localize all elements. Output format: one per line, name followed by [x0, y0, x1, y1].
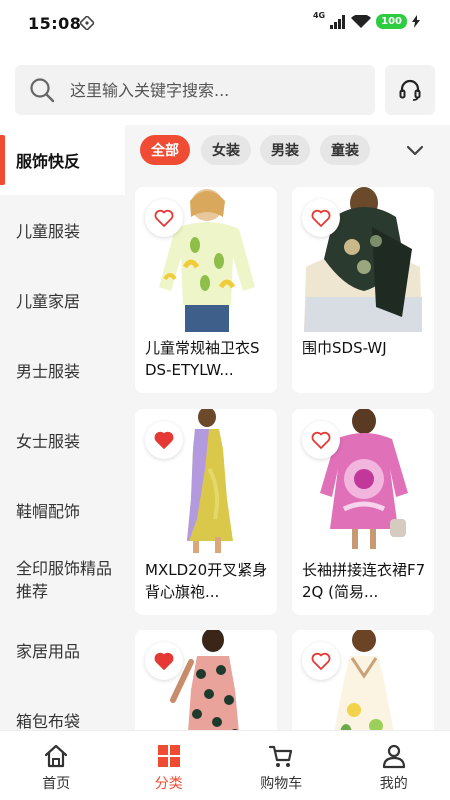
customer-service-button[interactable] [385, 65, 435, 115]
category-sidebar: 服饰快反 儿童服装 儿童家居 男士服装 女士服装 鞋帽配饰 全印服饰精品推荐 家… [0, 125, 125, 730]
home-icon [45, 744, 68, 768]
location-icon [80, 16, 94, 30]
sidebar-item-bags[interactable]: 箱包布袋 [0, 685, 125, 730]
chip-label: 全部 [151, 143, 179, 159]
product-title: 长袖拼接连衣裙F72Q (简易... [302, 561, 426, 601]
headset-icon [399, 79, 421, 101]
heart-outline-icon [311, 652, 331, 670]
sidebar-item-label: 服饰快反 [16, 152, 81, 171]
sidebar-item-label: 箱包布袋 [16, 712, 81, 730]
network-label: 4G [312, 11, 326, 20]
favorite-button[interactable] [145, 421, 183, 459]
product-card[interactable]: MXLD20开叉紧身背心旗袍... [135, 409, 277, 615]
tab-label: 我的 [379, 776, 408, 792]
battery-indicator: 100 [376, 14, 407, 29]
favorite-button[interactable] [145, 199, 183, 237]
status-time: 15:08 [28, 14, 82, 33]
favorite-button[interactable] [302, 642, 340, 680]
sidebar-item-home-goods[interactable]: 家居用品 [0, 615, 125, 685]
wifi-icon [351, 14, 372, 28]
bottom-tab-bar: 首页 分类 购物车 我的 [0, 730, 450, 800]
search-row [0, 50, 450, 125]
cart-icon [269, 745, 293, 767]
status-bar: 15:08 4G 100 [0, 0, 450, 50]
search-box[interactable] [15, 65, 375, 115]
sidebar-item-label: 全印服饰精品推荐 [16, 559, 113, 601]
sidebar-item-shoes-accessories[interactable]: 鞋帽配饰 [0, 475, 125, 545]
tab-category[interactable]: 分类 [113, 731, 226, 800]
product-card[interactable] [135, 630, 277, 730]
chip-label: 女装 [212, 143, 240, 159]
tab-cart[interactable]: 购物车 [225, 731, 338, 800]
sidebar-item-womens-clothing[interactable]: 女士服装 [0, 405, 125, 475]
heart-filled-icon [154, 431, 174, 449]
sidebar-item-label: 男士服装 [16, 362, 81, 381]
product-card[interactable]: 长袖拼接连衣裙F72Q (简易... [292, 409, 434, 615]
filter-row: 全部 女装 男装 童装 [125, 125, 450, 175]
sidebar-item-kids-home[interactable]: 儿童家居 [0, 265, 125, 335]
chip-label: 童装 [331, 143, 359, 159]
sidebar-item-label: 儿童服装 [16, 222, 81, 241]
chip-all[interactable]: 全部 [140, 135, 190, 165]
favorite-button[interactable] [302, 421, 340, 459]
chip-women[interactable]: 女装 [201, 135, 251, 165]
chevron-down-icon[interactable] [403, 138, 427, 162]
chip-label: 男装 [271, 143, 299, 159]
favorite-button[interactable] [302, 199, 340, 237]
heart-outline-icon [311, 431, 331, 449]
sidebar-item-apparel-fast[interactable]: 服饰快反 [0, 125, 125, 195]
product-title: 儿童常规袖卫衣SDS-ETYLW... [145, 339, 260, 379]
product-title: MXLD20开叉紧身背心旗袍... [145, 561, 268, 601]
heart-filled-icon [154, 652, 174, 670]
tab-home[interactable]: 首页 [0, 731, 113, 800]
search-input[interactable] [70, 65, 365, 115]
sidebar-item-label: 女士服装 [16, 432, 81, 451]
product-card[interactable]: 儿童常规袖卫衣SDS-ETYLW... [135, 187, 277, 393]
sidebar-item-mens-clothing[interactable]: 男士服装 [0, 335, 125, 405]
heart-outline-icon [311, 209, 331, 227]
sidebar-item-label: 儿童家居 [16, 292, 81, 311]
tab-label: 首页 [42, 776, 71, 792]
product-card[interactable] [292, 630, 434, 730]
product-card[interactable]: 围巾SDS-WJ [292, 187, 434, 393]
chip-kids[interactable]: 童装 [320, 135, 370, 165]
status-right: 4G 100 [312, 11, 420, 29]
sidebar-item-kids-clothing[interactable]: 儿童服装 [0, 195, 125, 265]
search-icon [30, 78, 55, 103]
category-icon [157, 745, 180, 767]
sidebar-item-label: 家居用品 [16, 642, 81, 661]
sidebar-item-all-print[interactable]: 全印服饰精品推荐 [0, 545, 125, 615]
tab-label: 购物车 [260, 776, 303, 792]
favorite-button[interactable] [145, 642, 183, 680]
signal-icon [330, 14, 346, 29]
product-title: 围巾SDS-WJ [302, 339, 387, 357]
chip-men[interactable]: 男装 [260, 135, 310, 165]
tab-profile[interactable]: 我的 [338, 731, 450, 800]
profile-icon [382, 744, 405, 769]
tab-label: 分类 [154, 776, 183, 792]
product-grid: 儿童常规袖卫衣SDS-ETYLW... 围巾SDS-WJ MXLD20开叉紧身背… [125, 175, 450, 730]
sidebar-item-label: 鞋帽配饰 [16, 502, 81, 521]
charging-icon [412, 15, 420, 28]
heart-outline-icon [154, 209, 174, 227]
